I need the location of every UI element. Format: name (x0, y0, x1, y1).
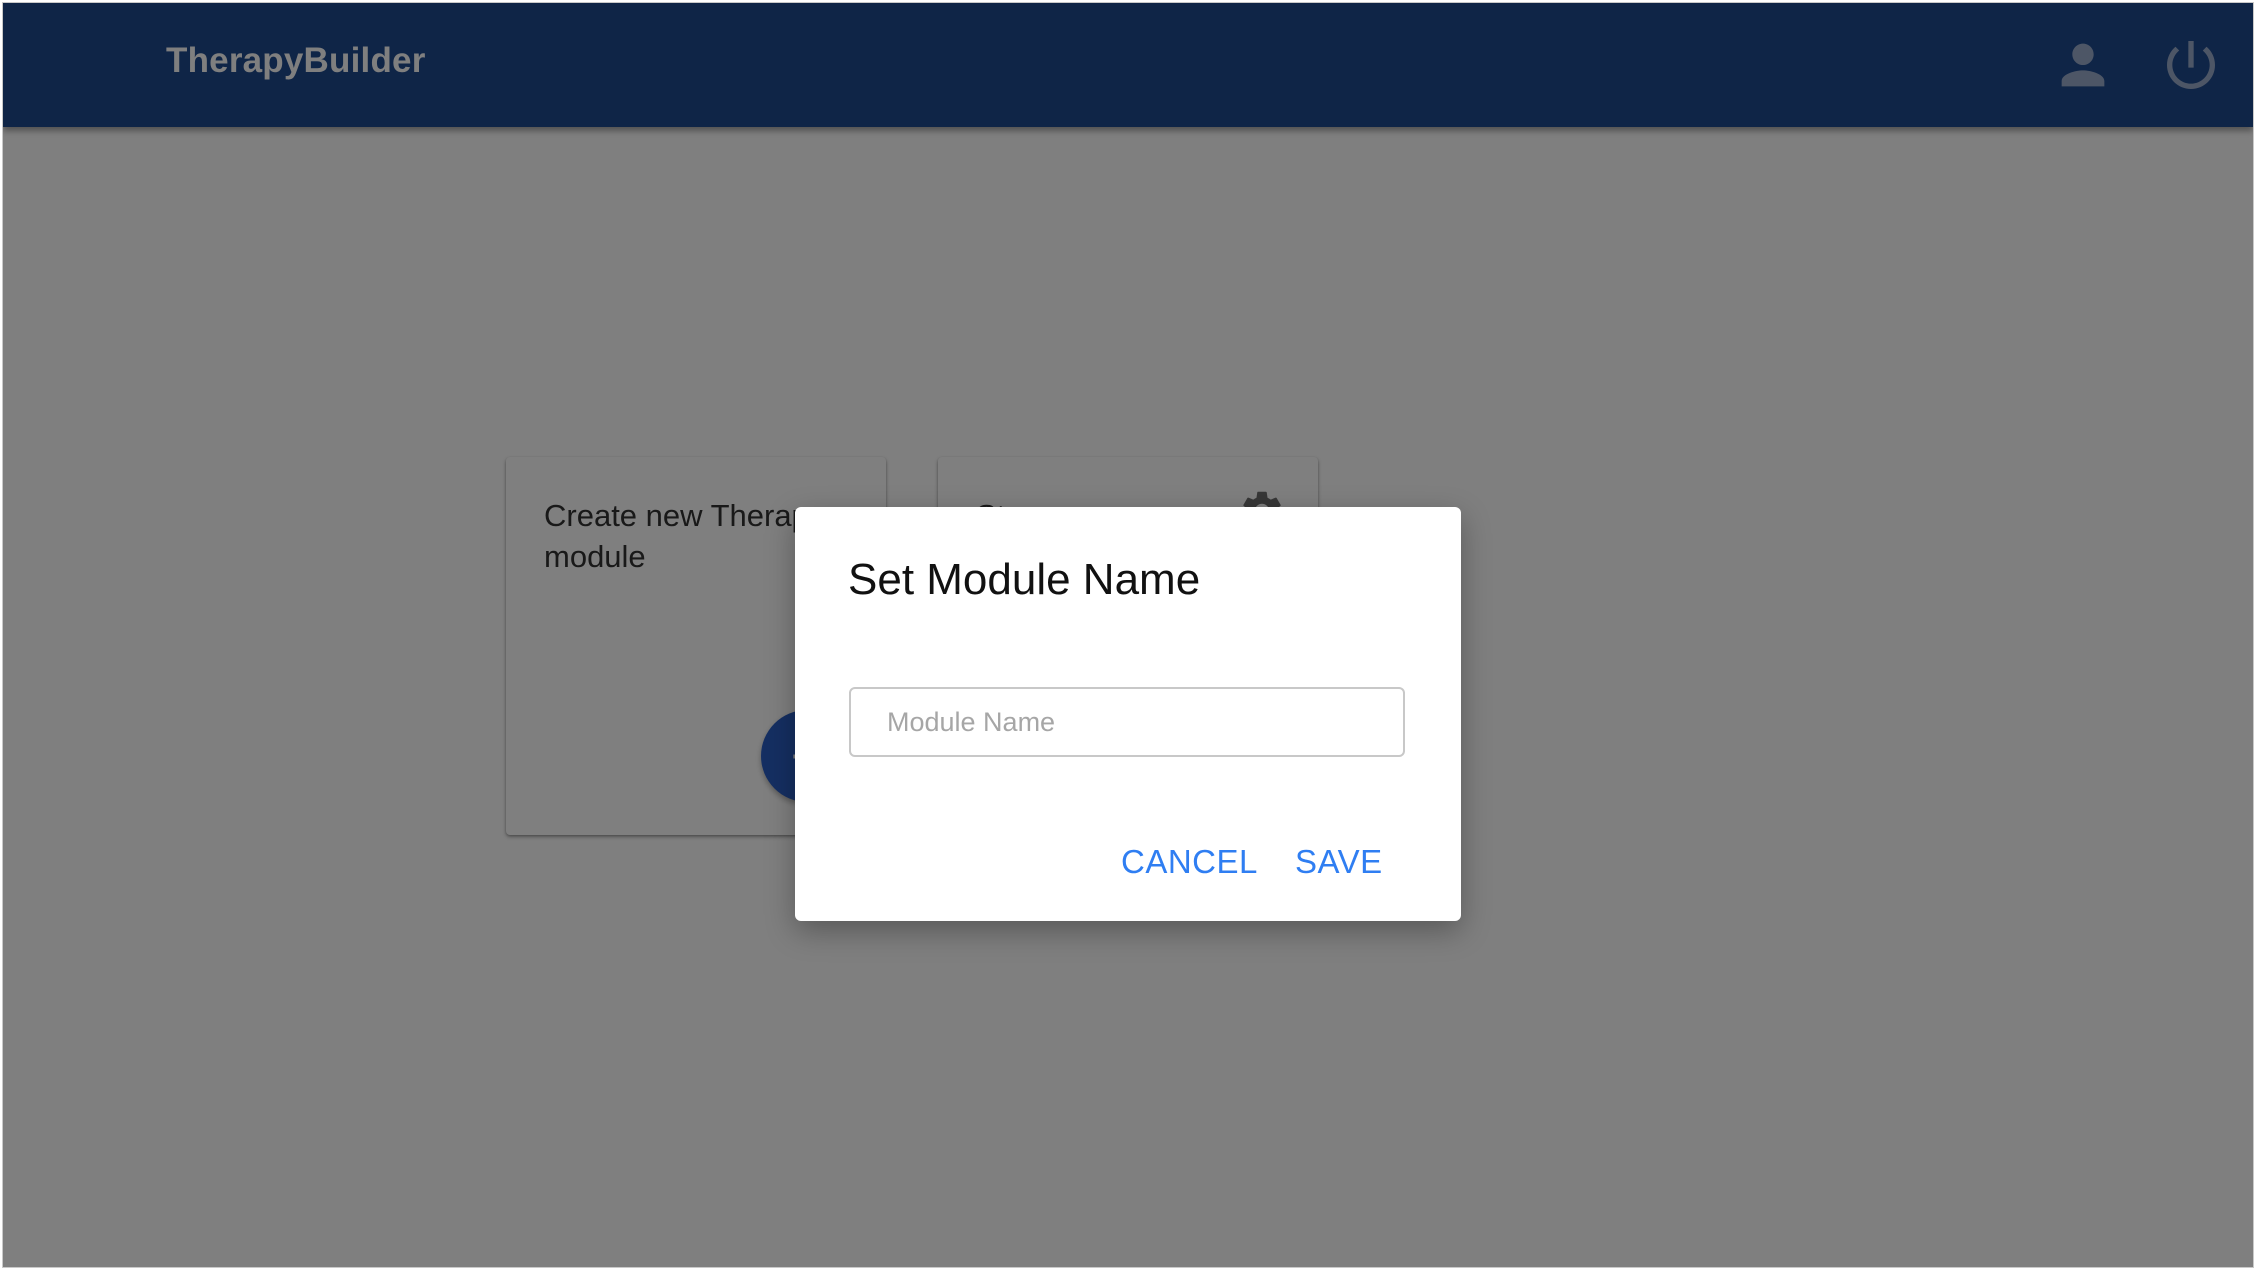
save-button[interactable]: SAVE (1295, 843, 1383, 881)
set-module-name-dialog: Set Module Name CANCEL SAVE (795, 507, 1461, 921)
cancel-button[interactable]: CANCEL (1121, 843, 1258, 881)
dialog-title: Set Module Name (848, 555, 1201, 604)
module-name-input[interactable] (849, 687, 1405, 757)
app-window: TherapyBuilder Create new Therapy-module… (3, 3, 2253, 1267)
